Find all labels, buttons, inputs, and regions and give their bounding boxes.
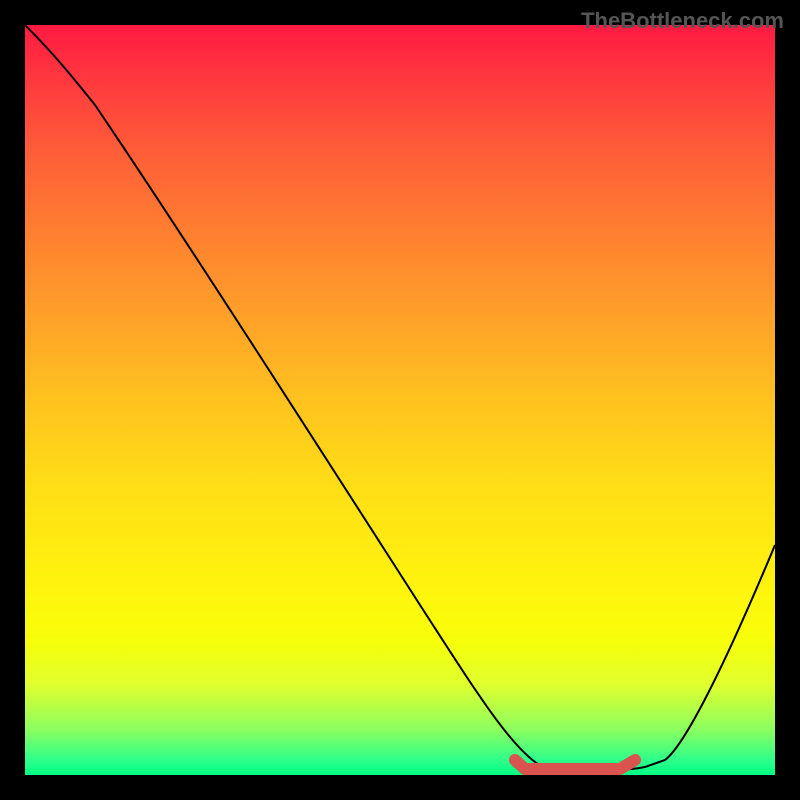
- gradient-background: [25, 25, 775, 775]
- chart-container: TheBottleneck.com: [0, 0, 800, 800]
- watermark-text: TheBottleneck.com: [581, 8, 784, 34]
